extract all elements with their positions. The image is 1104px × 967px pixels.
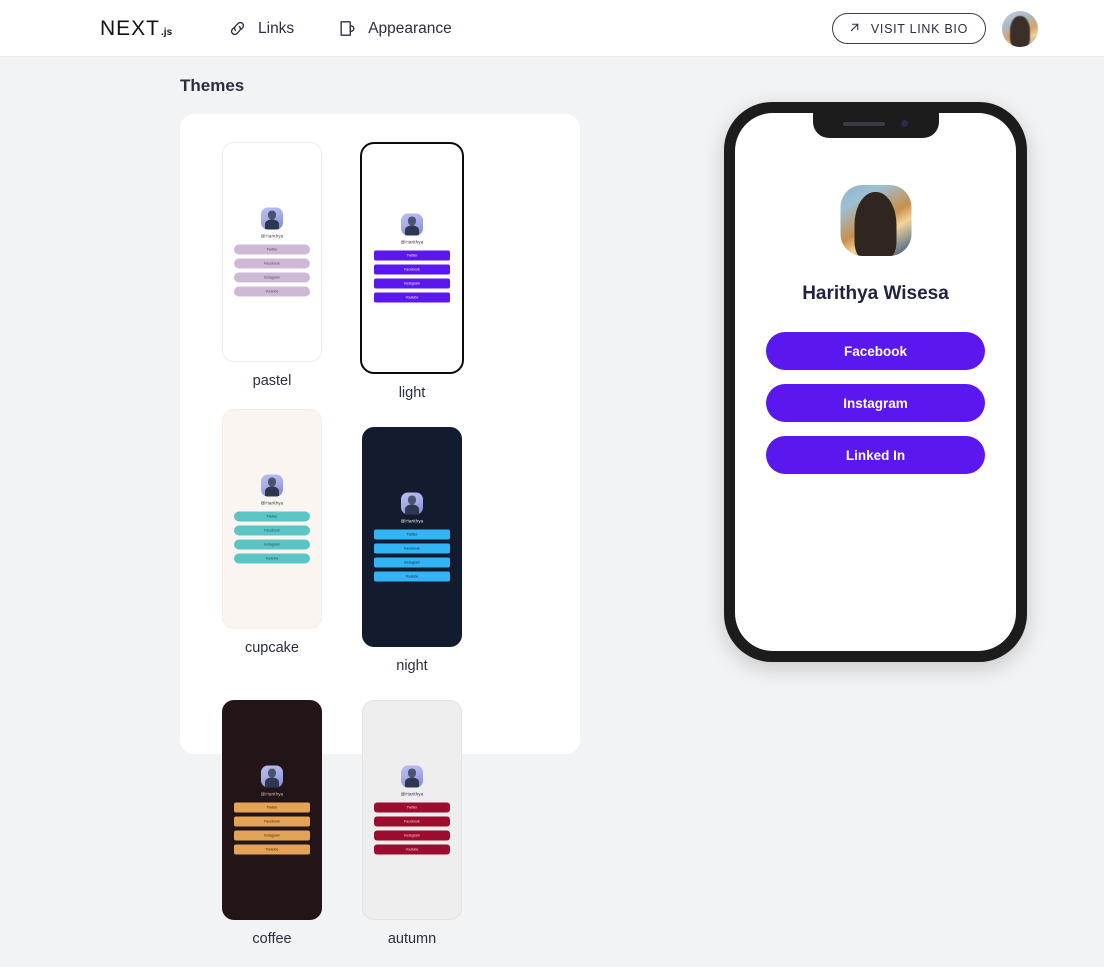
- theme-preview-avatar: [401, 492, 423, 515]
- visit-link-bio-button[interactable]: VISIT LINK BIO: [831, 13, 986, 44]
- brand-logo[interactable]: NEXT .js: [100, 17, 172, 41]
- theme-preview-handle: @Harithya: [260, 233, 284, 239]
- theme-preview-avatar: [261, 474, 283, 497]
- nav-item-links[interactable]: Links: [228, 19, 294, 38]
- theme-cell-night: @Harithya Twitter Facebook Instagram Youtube…: [352, 427, 472, 674]
- theme-preview-body: @Harithya Twitter Facebook Instagram Youtube: [363, 492, 461, 582]
- link-icon: [228, 19, 247, 38]
- theme-preview-body: @Harithya Twitter Facebook Instagram Youtube: [223, 765, 321, 855]
- theme-preview-link: Youtube: [234, 286, 310, 297]
- theme-preview-link: Facebook: [234, 258, 310, 269]
- theme-preview-body: @Harithya Twitter Facebook Instagram Youtube: [362, 213, 462, 303]
- theme-name-label: pastel: [252, 373, 292, 389]
- theme-preview-link: Instagram: [374, 557, 450, 568]
- theme-preview-link: Facebook: [374, 264, 450, 275]
- brand-name: NEXT: [100, 17, 161, 40]
- preview-link-facebook[interactable]: Facebook: [766, 332, 985, 370]
- theme-preview-link: Youtube: [234, 553, 310, 564]
- theme-preview-link: Facebook: [234, 816, 310, 827]
- theme-option-light[interactable]: @Harithya Twitter Facebook Instagram Youtube: [360, 142, 464, 374]
- theme-preview-avatar: [401, 765, 423, 788]
- theme-preview-avatar: [401, 213, 423, 236]
- theme-option-autumn[interactable]: @Harithya Twitter Facebook Instagram Youtube: [362, 700, 462, 920]
- page-content: Themes @Harithya Twitter Facebook Instagram…: [0, 57, 1104, 947]
- theme-name-label: autumn: [387, 931, 437, 947]
- phone-camera-icon: [901, 120, 908, 127]
- theme-preview-link: Facebook: [234, 525, 310, 536]
- themes-grid: @Harithya Twitter Facebook Instagram Youtube…: [180, 114, 580, 967]
- theme-cell-cupcake: @Harithya Twitter Facebook Instagram Youtube…: [212, 409, 332, 674]
- theme-option-cupcake[interactable]: @Harithya Twitter Facebook Instagram Youtube: [222, 409, 322, 629]
- nav-item-appearance[interactable]: Appearance: [338, 19, 452, 38]
- theme-preview-link: Youtube: [234, 844, 310, 855]
- theme-preview-link: Twitter: [234, 511, 310, 522]
- preview-link-instagram[interactable]: Instagram: [766, 384, 985, 422]
- theme-cell-autumn: @Harithya Twitter Facebook Instagram Youtube…: [352, 700, 472, 947]
- nav-item-appearance-label: Appearance: [368, 19, 452, 37]
- theme-preview-body: @Harithya Twitter Facebook Instagram Youtube: [223, 207, 321, 297]
- theme-preview-link: Youtube: [374, 844, 450, 855]
- phone-preview: Harithya Wisesa Facebook Instagram Linked …: [724, 102, 1027, 662]
- theme-preview-handle: @Harithya: [260, 500, 284, 506]
- theme-option-night[interactable]: @Harithya Twitter Facebook Instagram Youtube: [362, 427, 462, 647]
- phone-notch: [812, 113, 939, 138]
- brand-suffix: .js: [161, 27, 173, 38]
- theme-preview-links: Twitter Facebook Instagram Youtube: [234, 511, 310, 564]
- theme-preview-link: Facebook: [374, 543, 450, 554]
- theme-preview-links: Twitter Facebook Instagram Youtube: [374, 529, 450, 582]
- theme-preview-body: @Harithya Twitter Facebook Instagram Youtube: [363, 765, 461, 855]
- theme-preview-links: Twitter Facebook Instagram Youtube: [234, 802, 310, 855]
- theme-preview-link: Youtube: [374, 292, 450, 303]
- nav-links: Links Appearance: [228, 0, 452, 57]
- theme-preview-link: Twitter: [374, 802, 450, 813]
- arrow-up-right-icon: [848, 21, 861, 37]
- theme-name-label: night: [396, 658, 428, 674]
- theme-cell-light: @Harithya Twitter Facebook Instagram Youtube…: [352, 142, 472, 401]
- theme-cell-pastel: @Harithya Twitter Facebook Instagram Youtube…: [212, 142, 332, 401]
- theme-preview-link: Instagram: [234, 830, 310, 841]
- visit-link-bio-label: VISIT LINK BIO: [870, 21, 968, 36]
- phone-screen: Harithya Wisesa Facebook Instagram Linked …: [735, 113, 1016, 651]
- theme-preview-avatar: [261, 765, 283, 788]
- nav-right-group: VISIT LINK BIO: [831, 0, 1038, 57]
- theme-name-label: cupcake: [244, 640, 299, 656]
- theme-preview-link: Instagram: [234, 539, 310, 550]
- theme-option-pastel[interactable]: @Harithya Twitter Facebook Instagram Youtube: [222, 142, 322, 362]
- page-title: Themes: [180, 76, 245, 95]
- theme-option-coffee[interactable]: @Harithya Twitter Facebook Instagram Youtube: [222, 700, 322, 920]
- theme-preview-link: Twitter: [234, 244, 310, 255]
- theme-preview-body: @Harithya Twitter Facebook Instagram Youtube: [223, 474, 321, 564]
- theme-preview-links: Twitter Facebook Instagram Youtube: [374, 250, 450, 303]
- theme-preview-handle: @Harithya: [400, 239, 424, 245]
- theme-preview-avatar: [261, 207, 283, 230]
- theme-preview-link: Instagram: [374, 830, 450, 841]
- theme-preview-link: Facebook: [374, 816, 450, 827]
- theme-preview-links: Twitter Facebook Instagram Youtube: [234, 244, 310, 297]
- themes-panel: @Harithya Twitter Facebook Instagram Youtube…: [180, 114, 580, 947]
- avatar[interactable]: [1002, 10, 1038, 47]
- theme-preview-handle: @Harithya: [260, 791, 284, 797]
- preview-links: Facebook Instagram Linked In: [766, 332, 985, 474]
- theme-preview-link: Twitter: [374, 529, 450, 540]
- preview-display-name: Harithya Wisesa: [802, 283, 949, 304]
- theme-preview-link: Instagram: [374, 278, 450, 289]
- theme-preview-link: Instagram: [234, 272, 310, 283]
- theme-cell-coffee: @Harithya Twitter Facebook Instagram Youtube…: [212, 700, 332, 947]
- preview-avatar: [840, 185, 911, 256]
- palette-icon: [338, 19, 357, 38]
- theme-preview-handle: @Harithya: [400, 518, 424, 524]
- theme-preview-link: Twitter: [234, 802, 310, 813]
- preview-link-linked-in[interactable]: Linked In: [766, 436, 985, 474]
- theme-name-label: coffee: [252, 931, 292, 947]
- nav-item-links-label: Links: [258, 19, 295, 37]
- theme-name-label: light: [398, 385, 426, 401]
- theme-preview-handle: @Harithya: [400, 791, 424, 797]
- theme-preview-link: Twitter: [374, 250, 450, 261]
- theme-preview-links: Twitter Facebook Instagram Youtube: [374, 802, 450, 855]
- phone-speaker: [843, 121, 885, 126]
- top-navbar: NEXT .js Links Appearance VISIT LINK BIO: [0, 0, 1104, 57]
- theme-preview-link: Youtube: [374, 571, 450, 582]
